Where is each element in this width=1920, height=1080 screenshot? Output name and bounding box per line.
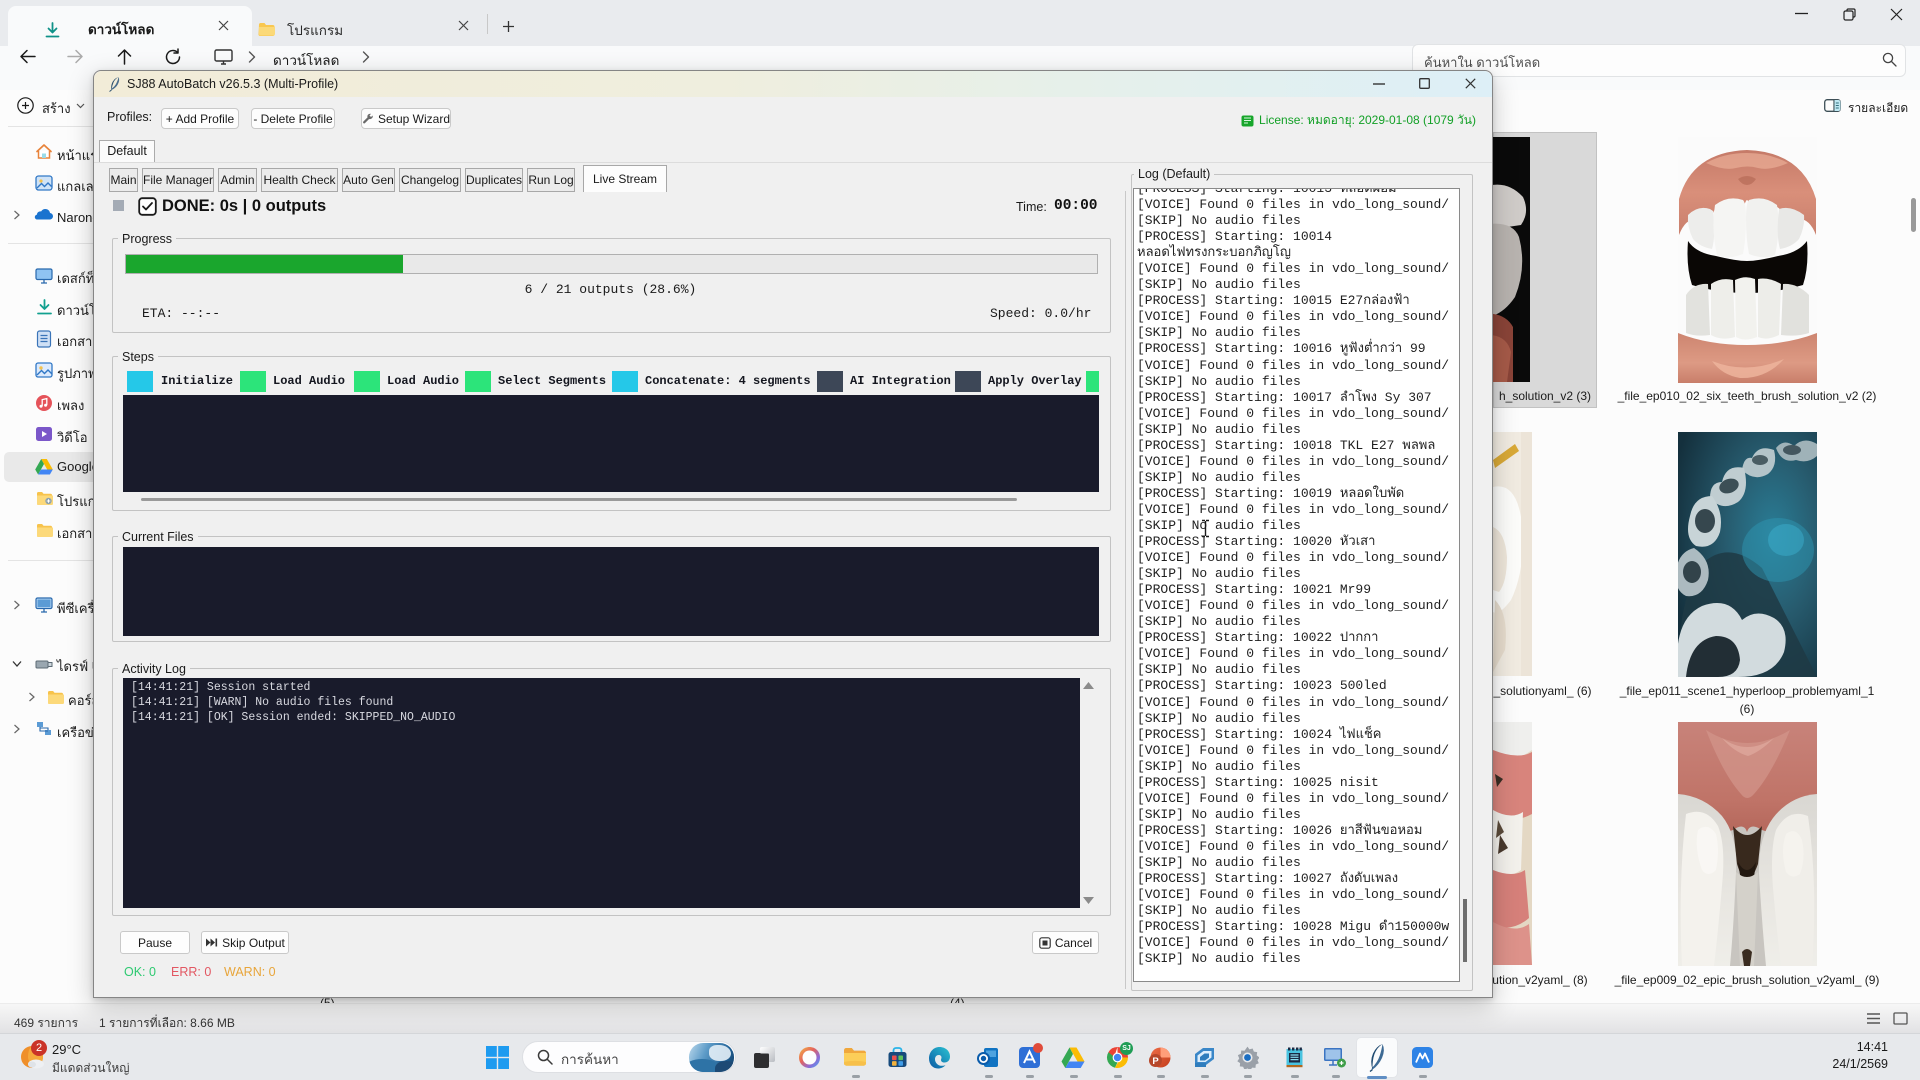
svg-text:P: P — [1152, 1056, 1159, 1067]
